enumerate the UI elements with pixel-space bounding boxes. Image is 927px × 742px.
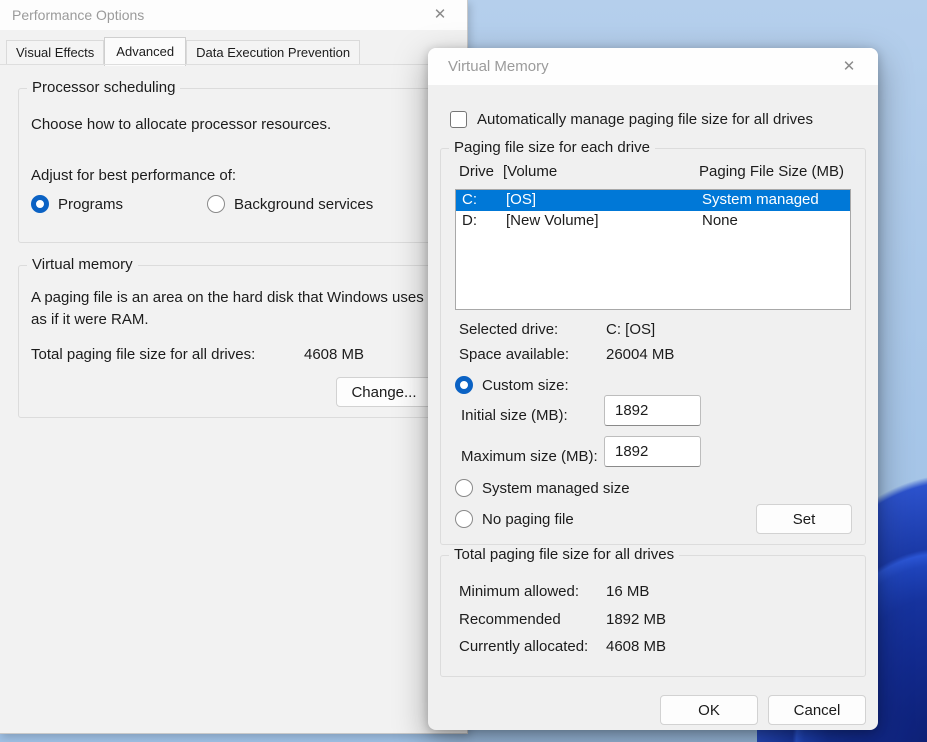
- drive-paging-size: None: [702, 212, 738, 229]
- column-header-size: Paging File Size (MB): [699, 163, 844, 180]
- initial-size-input[interactable]: [604, 395, 701, 426]
- paging-file-group: Paging file size for each drive Drive [V…: [440, 148, 866, 545]
- radio-unselected-icon: [455, 479, 473, 497]
- minimum-allowed-label: Minimum allowed:: [459, 583, 579, 600]
- space-available-value: 26004 MB: [606, 346, 674, 363]
- cancel-button[interactable]: Cancel: [768, 695, 866, 725]
- maximum-size-label: Maximum size (MB):: [461, 448, 598, 465]
- tabstrip: Visual Effects Advanced Data Execution P…: [6, 38, 360, 65]
- virtual-memory-titlebar: Virtual Memory ✕: [428, 48, 878, 85]
- initial-size-label: Initial size (MB):: [461, 407, 568, 424]
- total-paging-label: Total paging file size for all drives:: [31, 346, 255, 363]
- total-paging-value: 4608 MB: [304, 346, 364, 363]
- radio-selected-icon: [31, 195, 49, 213]
- close-icon[interactable]: ✕: [427, 3, 453, 27]
- drive-volume: [OS]: [506, 191, 536, 208]
- radio-programs-label: Programs: [58, 196, 123, 213]
- ok-button[interactable]: OK: [660, 695, 758, 725]
- auto-manage-label: Automatically manage paging file size fo…: [477, 111, 813, 128]
- total-paging-group-label: Total paging file size for all drives: [449, 546, 679, 563]
- radio-background-services-label: Background services: [234, 196, 373, 213]
- virtual-memory-title: Virtual Memory: [448, 58, 549, 75]
- system-managed-label: System managed size: [482, 480, 630, 497]
- close-icon[interactable]: ✕: [836, 55, 862, 79]
- processor-scheduling-group: Processor scheduling Choose how to alloc…: [18, 88, 458, 243]
- tab-data-execution-prevention[interactable]: Data Execution Prevention: [186, 40, 360, 65]
- paging-file-description-line1: A paging file is an area on the hard dis…: [31, 289, 424, 306]
- selected-drive-label: Selected drive:: [459, 321, 558, 338]
- tab-page-border: [0, 64, 467, 65]
- radio-background-services[interactable]: Background services: [207, 195, 373, 213]
- drive-letter: D:: [462, 212, 477, 229]
- no-paging-file-label: No paging file: [482, 511, 574, 528]
- virtual-memory-group-label: Virtual memory: [27, 256, 138, 273]
- drive-paging-size: System managed: [702, 191, 819, 208]
- radio-programs[interactable]: Programs: [31, 195, 123, 213]
- checkbox-unchecked-icon: [450, 111, 467, 128]
- performance-options-titlebar: Performance Options ✕: [0, 0, 467, 30]
- adjust-performance-label: Adjust for best performance of:: [31, 167, 236, 184]
- processor-scheduling-description: Choose how to allocate processor resourc…: [31, 116, 331, 133]
- total-paging-group: Total paging file size for all drives Mi…: [440, 555, 866, 677]
- radio-system-managed[interactable]: System managed size: [455, 479, 630, 497]
- auto-manage-checkbox-row[interactable]: Automatically manage paging file size fo…: [450, 111, 813, 128]
- recommended-value: 1892 MB: [606, 611, 666, 628]
- radio-unselected-icon: [207, 195, 225, 213]
- drive-row-d[interactable]: D: [New Volume] None: [456, 211, 850, 232]
- radio-selected-icon: [455, 376, 473, 394]
- paging-file-group-label: Paging file size for each drive: [449, 139, 655, 156]
- drive-row-c[interactable]: C: [OS] System managed: [456, 190, 850, 211]
- radio-custom-size[interactable]: Custom size:: [455, 376, 569, 394]
- selected-drive-value: C: [OS]: [606, 321, 655, 338]
- radio-unselected-icon: [455, 510, 473, 528]
- virtual-memory-dialog: Virtual Memory ✕ Automatically manage pa…: [428, 48, 878, 730]
- currently-allocated-value: 4608 MB: [606, 638, 666, 655]
- tab-visual-effects[interactable]: Visual Effects: [6, 40, 104, 65]
- maximum-size-input[interactable]: [604, 436, 701, 467]
- paging-file-description-line2: as if it were RAM.: [31, 311, 149, 328]
- processor-scheduling-group-label: Processor scheduling: [27, 79, 180, 96]
- drive-letter: C:: [462, 191, 477, 208]
- drive-listbox[interactable]: C: [OS] System managed D: [New Volume] N…: [455, 189, 851, 310]
- custom-size-label: Custom size:: [482, 377, 569, 394]
- tab-advanced[interactable]: Advanced: [104, 37, 186, 66]
- performance-options-title: Performance Options: [12, 7, 144, 23]
- set-button[interactable]: Set: [756, 504, 852, 534]
- minimum-allowed-value: 16 MB: [606, 583, 649, 600]
- radio-no-paging-file[interactable]: No paging file: [455, 510, 574, 528]
- change-button[interactable]: Change...: [336, 377, 432, 407]
- column-header-drive: Drive: [459, 163, 494, 180]
- column-header-volume: [Volume: [503, 163, 557, 180]
- performance-options-dialog: Performance Options ✕ Visual Effects Adv…: [0, 0, 468, 734]
- space-available-label: Space available:: [459, 346, 569, 363]
- recommended-label: Recommended: [459, 611, 561, 628]
- currently-allocated-label: Currently allocated:: [459, 638, 588, 655]
- drive-volume: [New Volume]: [506, 212, 599, 229]
- virtual-memory-group: Virtual memory A paging file is an area …: [18, 265, 458, 418]
